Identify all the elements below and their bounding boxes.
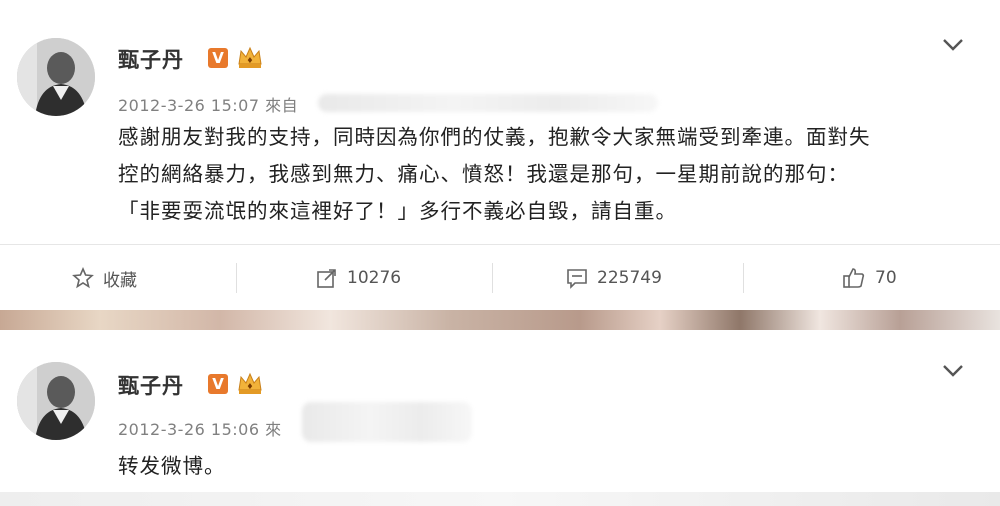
redacted-source xyxy=(318,94,658,112)
author-name[interactable]: 甄子丹 xyxy=(118,370,184,400)
content-line: 控的網絡暴力，我感到無力、痛心、憤怒！我還是那句，一星期前說的那句： xyxy=(118,162,849,186)
post-content: 感謝朋友對我的支持，同時因為你們的仗義，抱歉令大家無端受到牽連。面對失 控的網絡… xyxy=(118,119,978,230)
comment-icon xyxy=(567,269,587,289)
star-icon xyxy=(72,267,94,289)
crown-icon: ♦ xyxy=(238,372,262,394)
author-name[interactable]: 甄子丹 xyxy=(118,44,184,74)
image-strip xyxy=(0,492,1000,506)
repost-button[interactable]: 10276 xyxy=(316,245,401,311)
redacted-source xyxy=(302,402,472,442)
like-count: 70 xyxy=(875,268,897,288)
svg-text:♦: ♦ xyxy=(246,382,253,391)
weibo-post: 甄子丹 V ♦ 2012-3-26 15:06 來 转发微博。 xyxy=(0,330,1000,506)
repost-count: 10276 xyxy=(347,268,402,288)
action-bar: 收藏 10276 225749 70 xyxy=(0,244,1000,311)
favorite-label: 收藏 xyxy=(103,270,137,291)
verified-badge: V xyxy=(208,374,228,394)
source-prefix: 來 xyxy=(265,420,282,439)
comment-button[interactable]: 225749 xyxy=(566,245,662,311)
favorite-button[interactable]: 收藏 xyxy=(72,245,137,311)
crown-icon: ♦ xyxy=(238,46,262,68)
weibo-post: 甄子丹 V ♦ 2012-3-26 15:07 來自 感謝朋友對我的支持，同時因… xyxy=(0,0,1000,310)
source-prefix: 來自 xyxy=(265,96,299,115)
avatar[interactable] xyxy=(17,362,95,440)
repost-icon xyxy=(317,269,336,288)
divider xyxy=(743,263,744,293)
content-line: 转发微博。 xyxy=(118,454,226,478)
avatar[interactable] xyxy=(17,38,95,116)
timestamp[interactable]: 2012-3-26 15:06 xyxy=(118,420,260,439)
like-button[interactable]: 70 xyxy=(842,245,897,311)
post-meta: 2012-3-26 15:06 來 xyxy=(118,416,282,440)
comment-count: 225749 xyxy=(597,268,662,288)
content-line: 感謝朋友對我的支持，同時因為你們的仗義，抱歉令大家無端受到牽連。面對失 xyxy=(118,125,871,149)
divider xyxy=(236,263,237,293)
post-meta: 2012-3-26 15:07 來自 xyxy=(118,92,298,116)
image-strip xyxy=(0,310,1000,330)
chevron-down-icon[interactable] xyxy=(942,364,964,378)
chevron-down-icon[interactable] xyxy=(942,38,964,52)
timestamp[interactable]: 2012-3-26 15:07 xyxy=(118,96,260,115)
content-line: 「非要耍流氓的來這裡好了！」多行不義必自毀，請自重。 xyxy=(118,199,677,223)
post-content: 转发微博。 xyxy=(118,448,978,485)
verified-badge: V xyxy=(208,48,228,68)
divider xyxy=(492,263,493,293)
svg-text:♦: ♦ xyxy=(246,56,253,65)
thumbs-up-icon xyxy=(843,268,865,288)
